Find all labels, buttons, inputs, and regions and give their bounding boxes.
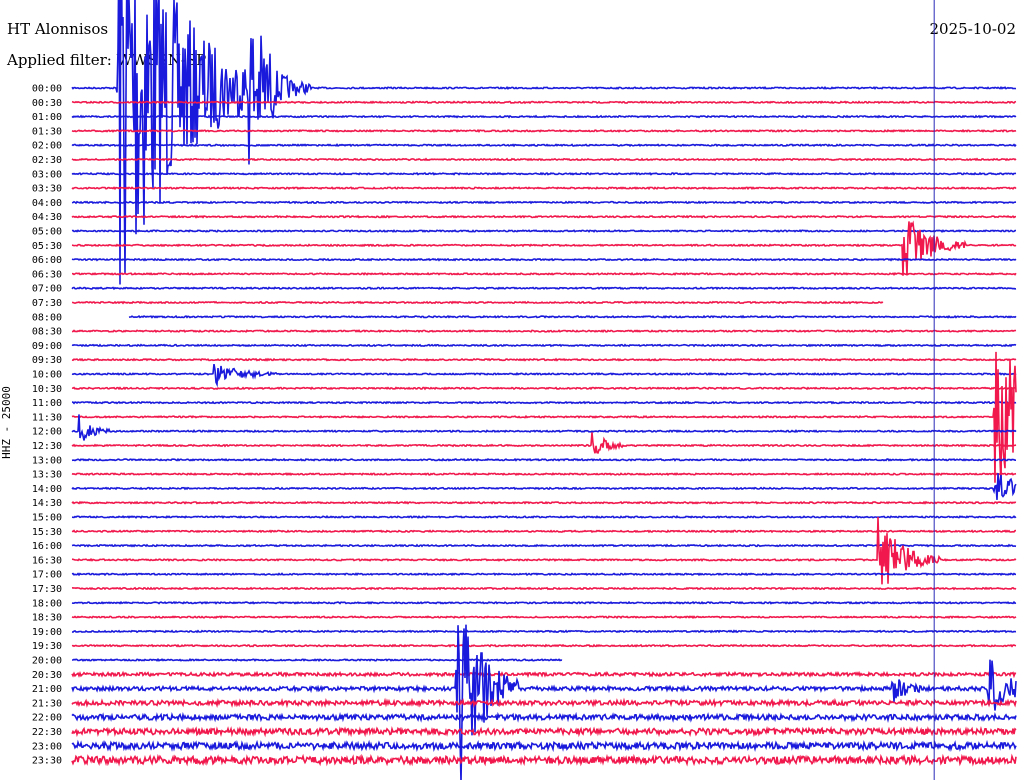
trace-row-06:30 xyxy=(72,271,1017,276)
trace-row-22:30 xyxy=(71,725,1017,738)
trace-row-00:30 xyxy=(71,100,1017,105)
trace-row-06:00 xyxy=(71,257,1017,262)
trace-row-15:00 xyxy=(71,515,1017,519)
row-time-label: 17:00 xyxy=(32,570,62,581)
row-time-label: 19:30 xyxy=(32,641,62,652)
trace-row-02:00 xyxy=(71,143,1017,148)
trace-row-13:30 xyxy=(71,472,1017,477)
row-time-label: 15:00 xyxy=(32,513,62,524)
row-time-label: 04:30 xyxy=(32,212,62,223)
trace-row-10:30 xyxy=(71,386,1017,391)
trace-row-01:00 xyxy=(71,114,1017,119)
trace-row-13:00 xyxy=(71,457,1016,462)
trace-row-21:30 xyxy=(71,697,1017,709)
trace-row-14:30 xyxy=(71,500,1017,505)
trace-row-03:30 xyxy=(71,186,1017,191)
row-time-label: 07:00 xyxy=(32,284,62,295)
trace-row-07:00 xyxy=(71,286,1017,291)
trace-row-10:00 xyxy=(71,363,1017,388)
row-time-label: 02:00 xyxy=(32,141,62,152)
row-time-label: 14:00 xyxy=(32,484,62,495)
row-time-label: 13:30 xyxy=(32,470,62,481)
row-time-label: 16:00 xyxy=(32,541,62,552)
trace-row-12:30 xyxy=(71,432,1017,454)
row-time-label: 07:30 xyxy=(32,298,62,309)
row-time-label: 20:00 xyxy=(32,656,62,667)
trace-row-09:30 xyxy=(71,357,1017,362)
trace-row-17:30 xyxy=(71,586,1017,591)
row-time-label: 08:30 xyxy=(32,327,62,338)
row-time-label: 01:30 xyxy=(32,126,62,137)
trace-row-14:00 xyxy=(71,473,1017,500)
row-time-label: 10:00 xyxy=(32,370,62,381)
row-labels: 00:00 00:30 01:00 01:30 02:00 02:30 03:00 03:30… xyxy=(32,84,62,767)
row-time-label: 21:00 xyxy=(32,684,62,695)
trace-row-04:00 xyxy=(71,200,1017,205)
trace-row-00:00 xyxy=(71,0,1017,285)
trace-row-19:30 xyxy=(71,643,1017,648)
row-time-label: 13:00 xyxy=(32,455,62,466)
row-time-label: 23:00 xyxy=(32,741,62,752)
row-time-label: 12:00 xyxy=(32,427,62,438)
trace-row-08:00 xyxy=(128,314,1017,319)
row-time-label: 05:00 xyxy=(32,227,62,238)
row-time-label: 19:00 xyxy=(32,627,62,638)
trace-row-22:00 xyxy=(71,711,1017,723)
trace-row-01:30 xyxy=(71,128,1017,133)
row-time-label: 03:00 xyxy=(32,169,62,180)
row-time-label: 11:00 xyxy=(32,398,62,409)
row-time-label: 03:30 xyxy=(32,184,62,195)
trace-row-18:30 xyxy=(71,615,1017,620)
row-time-label: 18:30 xyxy=(32,613,62,624)
trace-row-17:00 xyxy=(71,572,1016,577)
trace-row-09:00 xyxy=(71,343,1017,348)
trace-row-02:30 xyxy=(71,157,1017,162)
trace-row-15:30 xyxy=(71,529,1017,534)
trace-row-19:00 xyxy=(71,629,1017,634)
trace-row-08:30 xyxy=(71,329,1017,334)
row-time-label: 16:30 xyxy=(32,555,62,566)
row-time-label: 05:30 xyxy=(32,241,62,252)
trace-row-11:00 xyxy=(71,400,1017,405)
trace-row-18:00 xyxy=(71,600,1017,605)
trace-row-23:30 xyxy=(71,753,1017,767)
row-time-label: 06:00 xyxy=(32,255,62,266)
row-time-label: 20:30 xyxy=(32,670,62,681)
helicorder-plot: 00:00 00:30 01:00 01:30 02:00 02:30 03:00 03:30… xyxy=(32,0,1024,780)
row-time-label: 08:00 xyxy=(32,312,62,323)
row-time-label: 01:00 xyxy=(32,112,62,123)
trace-group xyxy=(72,0,1016,780)
row-time-label: 04:00 xyxy=(32,198,62,209)
trace-row-16:00 xyxy=(71,543,1017,548)
row-time-label: 23:30 xyxy=(32,756,62,767)
row-time-label: 09:00 xyxy=(32,341,62,352)
trace-row-05:30 xyxy=(71,220,1017,276)
trace-row-20:30 xyxy=(71,670,1017,679)
row-time-label: 14:30 xyxy=(32,498,62,509)
row-time-label: 11:30 xyxy=(32,412,62,423)
trace-row-23:00 xyxy=(71,739,1017,753)
trace-row-07:30 xyxy=(72,302,1016,303)
trace-row-05:00 xyxy=(71,229,1016,233)
row-time-label: 00:30 xyxy=(32,98,62,109)
row-time-label: 17:30 xyxy=(32,584,62,595)
row-time-label: 00:00 xyxy=(32,84,62,95)
row-time-label: 18:00 xyxy=(32,598,62,609)
row-time-label: 06:30 xyxy=(32,269,62,280)
row-time-label: 15:30 xyxy=(32,527,62,538)
row-time-label: 22:00 xyxy=(32,713,62,724)
trace-row-04:30 xyxy=(71,214,1016,219)
row-time-label: 22:30 xyxy=(32,727,62,738)
row-time-label: 10:30 xyxy=(32,384,62,395)
row-time-label: 02:30 xyxy=(32,155,62,166)
row-time-label: 21:30 xyxy=(32,698,62,709)
row-time-label: 09:30 xyxy=(32,355,62,366)
row-time-label: 12:30 xyxy=(32,441,62,452)
trace-row-03:00 xyxy=(71,171,1017,176)
trace-row-20:00 xyxy=(72,659,1016,660)
